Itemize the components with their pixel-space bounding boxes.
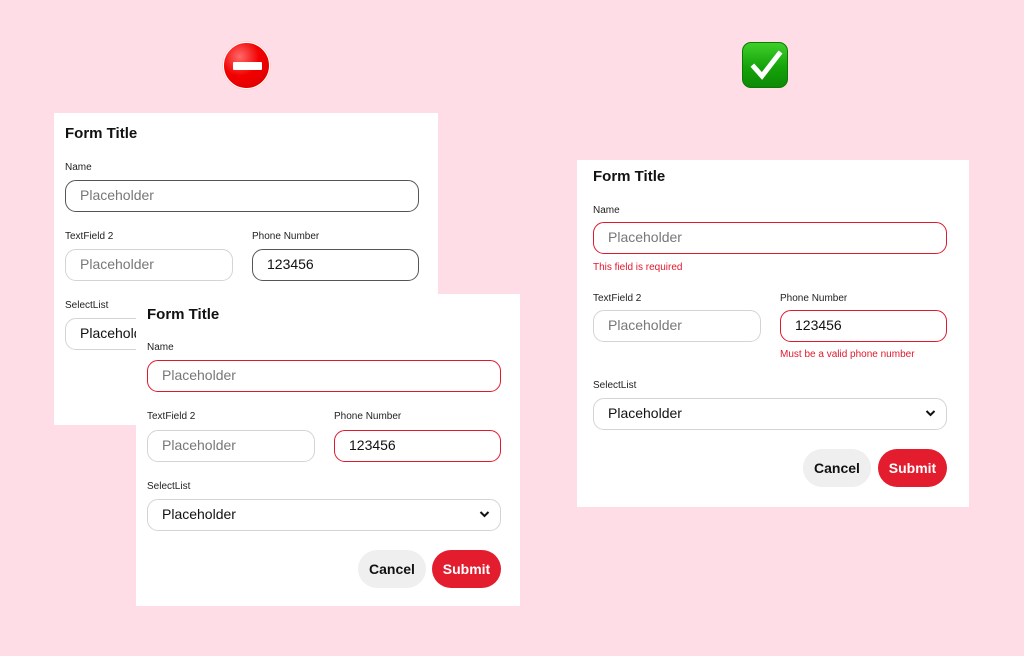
- phone-label: Phone Number: [334, 411, 402, 422]
- select-label: SelectList: [65, 300, 109, 311]
- form-title: Form Title: [65, 125, 138, 142]
- select-value: Placeholder: [162, 506, 236, 522]
- textfield2-placeholder: Placeholder: [162, 437, 236, 453]
- textfield2-label: TextField 2: [593, 293, 642, 304]
- submit-button[interactable]: Submit: [432, 550, 501, 588]
- chevron-down-icon: [479, 511, 490, 518]
- phone-value: 123456: [349, 437, 396, 453]
- name-input[interactable]: Placeholder: [65, 180, 419, 212]
- phone-input[interactable]: 123456: [780, 310, 947, 342]
- textfield2-label: TextField 2: [65, 231, 114, 242]
- name-placeholder: Placeholder: [80, 187, 154, 203]
- phone-error-message: Must be a valid phone number: [780, 349, 915, 360]
- phone-value: 123456: [267, 256, 314, 272]
- phone-input[interactable]: 123456: [334, 430, 501, 462]
- name-input[interactable]: Placeholder: [147, 360, 501, 392]
- phone-label: Phone Number: [780, 293, 848, 304]
- check-mark-glyph: [750, 50, 783, 80]
- good-form: Form Title Name Placeholder This field i…: [577, 160, 969, 507]
- select-list[interactable]: Placeholder: [593, 398, 947, 430]
- name-label: Name: [147, 342, 174, 353]
- submit-button[interactable]: Submit: [878, 449, 947, 487]
- name-label: Name: [65, 162, 92, 173]
- select-value: Placeholder: [608, 405, 682, 421]
- select-list[interactable]: Placeholder: [147, 499, 501, 531]
- name-error-message: This field is required: [593, 262, 683, 273]
- name-placeholder: Placeholder: [162, 367, 236, 383]
- no-entry-bar: [233, 62, 262, 70]
- textfield2-placeholder: Placeholder: [608, 317, 682, 333]
- form-title: Form Title: [593, 168, 666, 185]
- textfield2-input[interactable]: Placeholder: [65, 249, 233, 281]
- name-input[interactable]: Placeholder: [593, 222, 947, 254]
- check-mark-button-icon: [742, 42, 788, 88]
- select-label: SelectList: [147, 481, 191, 492]
- cancel-button[interactable]: Cancel: [358, 550, 426, 588]
- phone-value: 123456: [795, 317, 842, 333]
- textfield2-input[interactable]: Placeholder: [147, 430, 315, 462]
- chevron-down-icon: [925, 410, 936, 417]
- phone-input[interactable]: 123456: [252, 249, 419, 281]
- name-label: Name: [593, 205, 620, 216]
- no-entry-icon: [223, 42, 270, 89]
- select-label: SelectList: [593, 380, 637, 391]
- bad-form-front: Form Title Name Placeholder TextField 2 …: [136, 294, 520, 606]
- phone-label: Phone Number: [252, 231, 320, 242]
- textfield2-input[interactable]: Placeholder: [593, 310, 761, 342]
- textfield2-placeholder: Placeholder: [80, 256, 154, 272]
- name-placeholder: Placeholder: [608, 229, 682, 245]
- textfield2-label: TextField 2: [147, 411, 196, 422]
- form-title: Form Title: [147, 306, 220, 323]
- cancel-button[interactable]: Cancel: [803, 449, 871, 487]
